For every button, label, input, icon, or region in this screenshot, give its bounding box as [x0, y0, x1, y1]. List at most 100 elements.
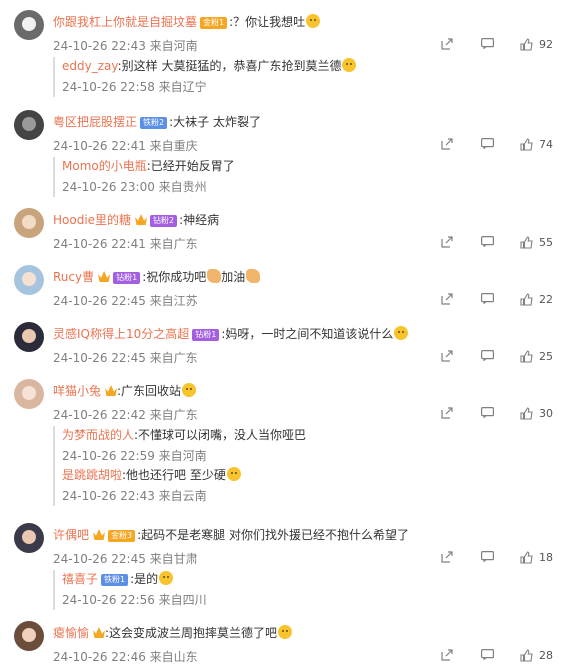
- avatar[interactable]: [14, 322, 44, 352]
- avatar[interactable]: [14, 523, 44, 553]
- comment-meta: 24-10-26 22:42 来自广东: [53, 408, 198, 422]
- comment-text: :这会变成波兰周抱摔莫兰德了吧: [105, 626, 278, 640]
- reply-icon[interactable]: [481, 293, 494, 304]
- reply-list: 为梦而战的人:不懂球可以闭嘴，没人当你哑巴 24-10-26 22:59 来自河…: [53, 426, 306, 506]
- reply-icon[interactable]: [481, 38, 494, 49]
- like-icon[interactable]: [520, 293, 533, 306]
- comment-text: :妈呀，一时之间不知道该说什么: [221, 327, 394, 341]
- reply-list: eddy_zay:别这样 大莫挺猛的，恭喜广东抢到莫兰德 24-10-26 22…: [53, 57, 357, 97]
- comment-username[interactable]: 许偶吧: [53, 528, 89, 542]
- avatar[interactable]: [14, 379, 44, 409]
- comment-actions: 30: [441, 405, 561, 425]
- like-count: 74: [539, 138, 553, 151]
- reply-username[interactable]: 禧喜子: [62, 572, 98, 586]
- avatar[interactable]: [14, 621, 44, 651]
- like-icon[interactable]: [520, 350, 533, 363]
- reply-meta: 24-10-26 22:59 来自河南: [62, 449, 207, 463]
- like-icon[interactable]: [520, 407, 533, 420]
- share-icon[interactable]: [441, 350, 453, 362]
- comment-username[interactable]: 瘪愉愉: [53, 626, 89, 640]
- avatar[interactable]: [14, 208, 44, 238]
- emoji-icon: [226, 467, 241, 481]
- comment-actions: 55: [441, 234, 561, 254]
- crown-icon: [98, 271, 111, 282]
- reply-icon[interactable]: [481, 649, 494, 660]
- comment-text: :祝你成功吧: [142, 270, 207, 284]
- reply-meta: 24-10-26 23:00 来自贵州: [62, 180, 207, 194]
- reply-username[interactable]: 是跳跳胡啦: [62, 468, 122, 482]
- comment-username[interactable]: 你跟我杠上你就是自掘坟墓: [53, 15, 197, 29]
- reply-text: :是的: [130, 572, 159, 586]
- comment-meta: 24-10-26 22:45 来自广东: [53, 351, 198, 365]
- comment-username[interactable]: 粤区把屁股摆正: [53, 115, 137, 129]
- crown-icon: [105, 385, 118, 396]
- reply-icon[interactable]: [481, 407, 494, 418]
- crown-icon: [135, 214, 148, 225]
- comment-meta: 24-10-26 22:41 来自重庆: [53, 139, 198, 153]
- share-icon[interactable]: [441, 38, 453, 50]
- fan-badge[interactable]: 钻粉1: [113, 272, 141, 284]
- comment-actions: 18: [441, 549, 561, 569]
- reply-username[interactable]: Momo的小电瓶: [62, 159, 147, 173]
- like-count: 92: [539, 38, 553, 51]
- reply-icon[interactable]: [481, 350, 494, 361]
- fan-badge[interactable]: 铁粉2: [140, 117, 168, 129]
- comment-username[interactable]: 灵感IQ称得上10分之高超: [53, 327, 189, 341]
- like-icon[interactable]: [520, 649, 533, 662]
- reply-text: :别这样 大莫挺猛的，恭喜广东抢到莫兰德: [117, 59, 342, 73]
- comment-text: :起码不是老寒腿 对你们找外援已经不抱什么希望了: [137, 528, 409, 542]
- fan-badge[interactable]: 铁粉1: [101, 574, 129, 586]
- reply-icon[interactable]: [481, 138, 494, 149]
- reply-meta: 24-10-26 22:56 来自四川: [62, 593, 207, 607]
- like-count: 22: [539, 293, 553, 306]
- reply-username[interactable]: eddy_zay: [62, 59, 118, 73]
- emoji-icon: [342, 58, 357, 72]
- emoji-icon: [306, 14, 321, 28]
- fan-badge[interactable]: 钻粉1: [192, 329, 220, 341]
- reply-icon[interactable]: [481, 236, 494, 247]
- like-count: 25: [539, 350, 553, 363]
- reply-text: :已经开始反胃了: [146, 159, 235, 173]
- emoji-icon: [394, 326, 409, 340]
- like-count: 55: [539, 236, 553, 249]
- like-count: 28: [539, 649, 553, 662]
- like-count: 30: [539, 407, 553, 420]
- fist-icon: [207, 269, 222, 283]
- like-count: 18: [539, 551, 553, 564]
- comment-meta: 24-10-26 22:43 来自河南: [53, 39, 198, 53]
- comment-text-2: 加油: [221, 270, 246, 284]
- share-icon[interactable]: [441, 236, 453, 248]
- reply-icon[interactable]: [481, 551, 494, 562]
- like-icon[interactable]: [520, 38, 533, 51]
- comment-username[interactable]: Rucy曹: [53, 270, 94, 284]
- reply-meta: 24-10-26 22:43 来自云南: [62, 489, 207, 503]
- comment-meta: 24-10-26 22:45 来自江苏: [53, 294, 198, 308]
- comment-meta: 24-10-26 22:41 来自广东: [53, 237, 198, 251]
- share-icon[interactable]: [441, 649, 453, 661]
- comment-text: :神经病: [179, 213, 220, 227]
- share-icon[interactable]: [441, 293, 453, 305]
- reply-list: Momo的小电瓶:已经开始反胃了 24-10-26 23:00 来自贵州: [53, 157, 235, 197]
- avatar[interactable]: [14, 10, 44, 40]
- like-icon[interactable]: [520, 551, 533, 564]
- fan-badge[interactable]: 金粉1: [200, 17, 228, 29]
- comment-username[interactable]: Hoodie里的糖: [53, 213, 131, 227]
- comment-text: :？你让我想吐: [229, 15, 306, 29]
- crown-icon: [93, 529, 106, 540]
- comment-text: :大袜子 太炸裂了: [169, 115, 261, 129]
- avatar[interactable]: [14, 110, 44, 140]
- share-icon[interactable]: [441, 407, 453, 419]
- emoji-icon: [278, 625, 293, 639]
- comment-actions: 22: [441, 291, 561, 311]
- fan-badge[interactable]: 钻粉2: [150, 215, 178, 227]
- fan-badge[interactable]: 金粉3: [108, 530, 136, 542]
- comment-username[interactable]: 咩猫小兔: [53, 384, 101, 398]
- like-icon[interactable]: [520, 236, 533, 249]
- avatar[interactable]: [14, 265, 44, 295]
- like-icon[interactable]: [520, 138, 533, 151]
- share-icon[interactable]: [441, 551, 453, 563]
- reply-username[interactable]: 为梦而战的人: [62, 428, 134, 442]
- share-icon[interactable]: [441, 138, 453, 150]
- emoji-icon: [182, 383, 197, 397]
- fist-icon: [246, 269, 261, 283]
